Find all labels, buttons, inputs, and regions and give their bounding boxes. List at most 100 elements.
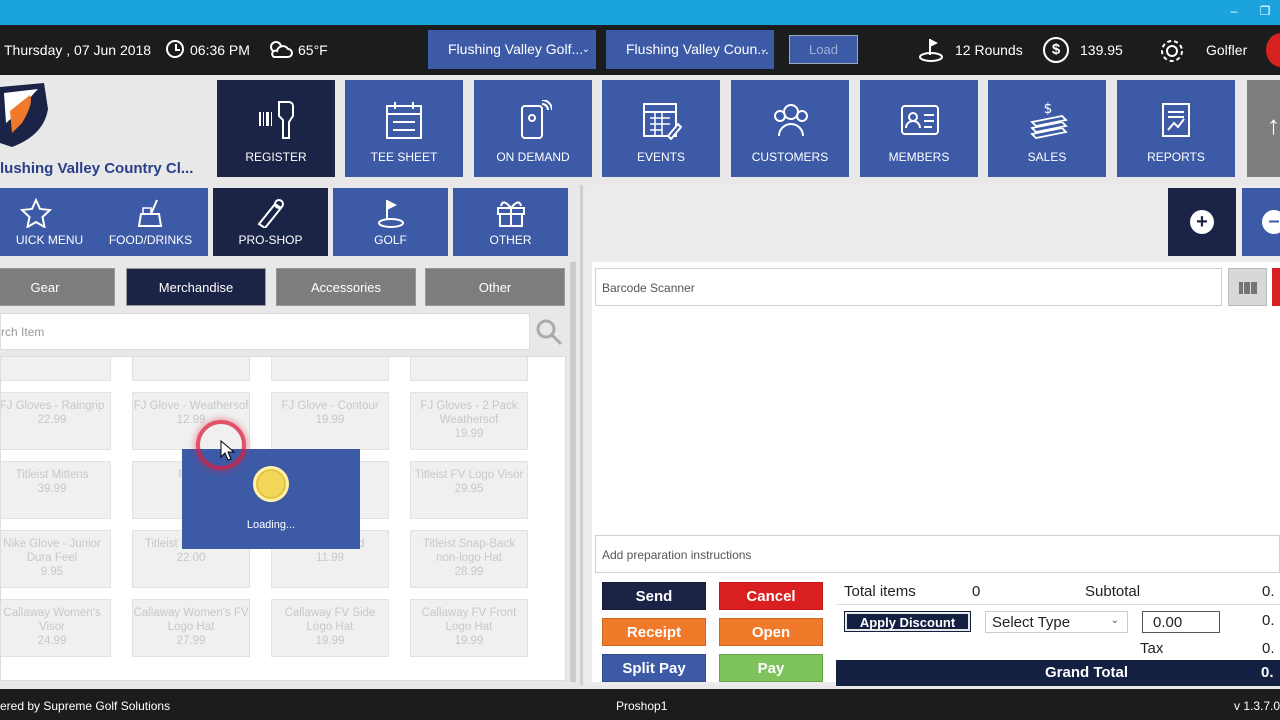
chevron-down-icon: ⌄ (581, 44, 590, 55)
category-golf[interactable]: GOLF (333, 188, 448, 256)
gear-icon[interactable] (1158, 37, 1186, 65)
item-price: 19.99 (454, 635, 484, 647)
item-price: 13.99 (411, 357, 527, 360)
load-button[interactable]: Load (789, 35, 858, 64)
cancel-button[interactable]: Cancel (719, 582, 823, 610)
report-icon (1162, 103, 1190, 137)
category-other[interactable]: OTHER (453, 188, 568, 256)
item-price: 22.00 (176, 552, 206, 564)
item-tile[interactable]: FJ Glove - Contour 19.99 (271, 392, 389, 450)
item-name: Titleist Snap-Back non-logo Hat (422, 538, 516, 564)
pay-button[interactable]: Pay (719, 654, 823, 682)
barcode-scanner-input[interactable]: Barcode Scanner (595, 268, 1222, 306)
top-info-bar: Thursday , 07 Jun 2018 06:36 PM 65°F Flu… (0, 25, 1280, 75)
item-tile[interactable]: 29.99 (132, 357, 250, 381)
grand-total-label: Grand Total (1045, 664, 1129, 681)
item-tile[interactable]: Callaway FV Front Logo Hat 19.99 (410, 599, 528, 657)
arrow-up-icon: ↑ (1267, 110, 1280, 140)
current-time: 06:36 PM (190, 42, 250, 58)
loading-spinner-icon (253, 466, 289, 502)
item-price: 27.99 (176, 635, 206, 647)
item-grid-scrollbar[interactable] (570, 262, 576, 682)
panel-divider (580, 185, 583, 685)
club-logo-area: lushing Valley Country Cl... (0, 75, 210, 185)
customers-group-icon (774, 104, 808, 137)
tab-accessories[interactable]: Accessories (276, 268, 416, 306)
item-name: Callaway FV Side Logo Hat (284, 607, 376, 633)
status-bar: ered by Supreme Golf Solutions Proshop1 … (0, 689, 1280, 720)
item-tile[interactable]: Titleist Mittens 39.99 (1, 461, 111, 519)
discount-type-select[interactable]: Select Type ⌄ (985, 611, 1128, 633)
item-price: 39.99 (37, 483, 67, 495)
tab-merchandise[interactable]: Merchandise (126, 268, 266, 306)
item-tile[interactable]: Titleist FV Logo Visor 29.95 (410, 461, 528, 519)
star-icon (20, 198, 52, 228)
nav-sales[interactable]: $ SALES (988, 80, 1106, 177)
avatar[interactable] (1266, 33, 1280, 67)
receipt-button[interactable]: Receipt (602, 618, 706, 646)
nav-events[interactable]: EVENTS (602, 80, 720, 177)
item-tile[interactable]: 29.95 (1, 357, 111, 381)
nav-customers[interactable]: CUSTOMERS (731, 80, 849, 177)
item-name: Titleist Mittens (15, 469, 89, 481)
tab-other[interactable]: Other (425, 268, 565, 306)
open-button[interactable]: Open (719, 618, 823, 646)
nav-register[interactable]: REGISTER (217, 80, 335, 177)
apply-discount-button[interactable]: Apply Discount (844, 611, 971, 632)
item-price: 29.99 (133, 357, 249, 360)
split-pay-button[interactable]: Split Pay (602, 654, 706, 682)
category-food-drinks[interactable]: FOOD/DRINKS (93, 188, 208, 256)
preparation-instructions-input[interactable]: Add preparation instructions (595, 535, 1280, 573)
category-pro-shop-label: PRO-SHOP (238, 233, 303, 247)
minus-icon: – (1262, 210, 1280, 234)
restore-icon[interactable]: ❐ (1258, 4, 1272, 18)
item-tile[interactable]: Titleist Snap-Back non-logo Hat 28.99 (410, 530, 528, 588)
nav-reports[interactable]: REPORTS (1117, 80, 1235, 177)
category-quick-menu[interactable]: UICK MENU (0, 188, 93, 256)
club-logo (0, 83, 48, 147)
plus-icon: + (1190, 210, 1214, 234)
item-tile[interactable]: Nike Glove - Junior Dura Feel 9.95 (1, 530, 111, 588)
powered-by-text: ered by Supreme Golf Solutions (0, 699, 171, 713)
item-tile[interactable]: Callaway FV Side Logo Hat 19.99 (271, 599, 389, 657)
barcode-button[interactable] (1228, 268, 1267, 306)
course-select[interactable]: Flushing Valley Golf... ⌄ (428, 30, 596, 69)
item-name: FJ Gloves - 2 Pack Weathersof (420, 400, 518, 426)
minimize-icon[interactable]: – (1227, 4, 1241, 18)
rounds-count: 12 Rounds (955, 42, 1023, 58)
send-button[interactable]: Send (602, 582, 706, 610)
club-select-value: Flushing Valley Coun... (626, 41, 769, 57)
item-price: 19.99 (454, 428, 484, 440)
pro-shop-icon (257, 199, 284, 228)
item-tile[interactable]: 29.99 (271, 357, 389, 381)
category-pro-shop[interactable]: PRO-SHOP (213, 188, 328, 256)
search-item-input[interactable]: rch Item (0, 313, 530, 350)
discount-type-value: Select Type (992, 614, 1071, 631)
discount-amount-input[interactable]: 0.00 (1142, 611, 1220, 633)
club-select[interactable]: Flushing Valley Coun... ⌄ (606, 30, 774, 69)
item-name: FJ Gloves - Raingrip (0, 400, 105, 412)
grand-total-bar: Grand Total 0. (836, 660, 1280, 686)
nav-on-demand[interactable]: ON DEMAND (474, 80, 592, 177)
tab-gear[interactable]: Gear (0, 268, 115, 306)
nav-on-demand-label: ON DEMAND (496, 150, 570, 164)
food-drinks-icon (137, 199, 163, 227)
nav-reports-label: REPORTS (1147, 150, 1205, 164)
remove-order-button[interactable]: – (1242, 188, 1280, 256)
item-tile[interactable]: Callaway Women's FV Logo Hat 27.99 (132, 599, 250, 657)
clock-icon (166, 40, 184, 58)
barcode-icon (1239, 282, 1257, 294)
nav-scroll-up-button[interactable]: ↑ (1247, 80, 1280, 177)
nav-tee-sheet[interactable]: TEE SHEET (345, 80, 463, 177)
temperature: 65°F (298, 42, 328, 58)
search-icon[interactable] (535, 318, 563, 346)
add-order-button[interactable]: + (1168, 188, 1236, 256)
item-tile[interactable]: FJ Gloves - Raingrip 22.99 (0, 392, 111, 450)
barcode-clear-button[interactable] (1272, 268, 1280, 306)
item-tile[interactable]: FJ Gloves - 2 Pack Weathersof 19.99 (410, 392, 528, 450)
item-price: 22.99 (37, 414, 67, 426)
item-name: FJ Glove - Contour (281, 400, 379, 412)
item-tile[interactable]: 13.99 (410, 357, 528, 381)
item-tile[interactable]: Callaway Women's Visor 24.99 (1, 599, 111, 657)
nav-members[interactable]: MEMBERS (860, 80, 978, 177)
